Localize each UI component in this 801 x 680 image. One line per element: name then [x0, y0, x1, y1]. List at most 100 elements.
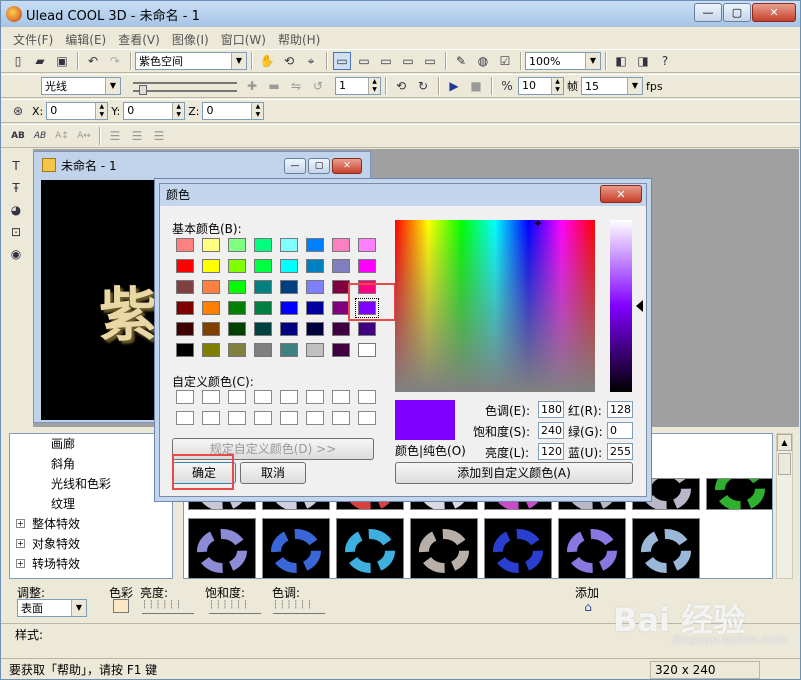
basic-color-swatch[interactable] [358, 238, 376, 252]
basic-color-swatch[interactable] [280, 259, 298, 273]
zoom-combo[interactable]: 100% ▼ [525, 52, 601, 70]
custom-color-swatch[interactable] [280, 411, 298, 425]
preset-thumbnail[interactable] [336, 518, 404, 578]
tree-item-transition-effects[interactable]: + 转场特效 [10, 554, 172, 574]
expand-icon[interactable]: + [16, 559, 25, 568]
basic-color-swatch[interactable] [306, 259, 324, 273]
select-icon[interactable]: ⌖ [302, 52, 320, 70]
custom-color-swatch[interactable] [358, 390, 376, 404]
insert-text-icon[interactable]: T [7, 157, 25, 175]
help-icon[interactable]: ? [656, 52, 674, 70]
x-spinner[interactable]: 0 ▲ ▼ [46, 102, 109, 120]
tree-item-global-effects[interactable]: + 整体特效 [10, 514, 172, 534]
add-preset-icon[interactable]: ⌂ [579, 598, 597, 616]
basic-color-swatch[interactable] [306, 322, 324, 336]
basic-color-swatch[interactable] [202, 301, 220, 315]
basic-color-swatch[interactable] [228, 238, 246, 252]
basic-color-swatch[interactable] [228, 259, 246, 273]
red-field[interactable]: 128 [607, 401, 633, 418]
custom-color-swatch[interactable] [228, 411, 246, 425]
adjust-combo[interactable]: 表面 ▼ [17, 599, 87, 617]
percent-icon[interactable]: % [498, 77, 516, 95]
preset-thumbnail[interactable] [262, 518, 330, 578]
z-spinner[interactable]: 0 ▲ ▼ [202, 102, 265, 120]
globe-icon[interactable]: ◍ [474, 52, 492, 70]
text-italic-icon[interactable]: AB [31, 127, 49, 145]
timeline-slider[interactable] [129, 77, 241, 95]
custom-color-swatch[interactable] [358, 411, 376, 425]
custom-color-swatch[interactable] [306, 390, 324, 404]
redo-icon[interactable]: ↷ [106, 52, 124, 70]
basic-color-swatch[interactable] [332, 259, 350, 273]
custom-color-swatch[interactable] [202, 411, 220, 425]
gallery-scrollbar[interactable]: ▲ [776, 433, 793, 579]
basic-color-swatch[interactable] [280, 280, 298, 294]
brightness-slider[interactable]: ┆┆┆┆┆┆ [142, 600, 194, 614]
gallery-icon[interactable]: ◨ [634, 52, 652, 70]
menu-edit[interactable]: 编辑(E) [59, 28, 112, 48]
blue-field[interactable]: 255 [607, 443, 633, 460]
y-spinner[interactable]: 0 ▲ ▼ [123, 102, 186, 120]
preset-thumbnail[interactable] [706, 478, 772, 510]
align-left-icon[interactable]: ☰ [106, 127, 124, 145]
menu-file[interactable]: 文件(F) [7, 28, 59, 48]
tree-item-object-effects[interactable]: + 对象特效 [10, 534, 172, 554]
align-right-icon[interactable]: ☰ [150, 127, 168, 145]
basic-color-swatch[interactable] [202, 343, 220, 357]
basic-color-swatch[interactable] [332, 343, 350, 357]
basic-color-swatch[interactable] [358, 259, 376, 273]
basic-color-swatch[interactable] [176, 280, 194, 294]
menu-window[interactable]: 窗口(W) [215, 28, 272, 48]
style-combo[interactable]: 紫色空间 ▼ [135, 52, 247, 70]
basic-color-swatch[interactable] [228, 343, 246, 357]
custom-color-swatch[interactable] [254, 390, 272, 404]
basic-color-swatch[interactable] [228, 301, 246, 315]
object-select-icon[interactable]: ⊡ [7, 223, 25, 241]
camera-persp-icon[interactable]: ▭ [421, 52, 439, 70]
basic-color-swatch[interactable] [202, 259, 220, 273]
basic-color-swatch[interactable] [228, 280, 246, 294]
add-keyframe-icon[interactable]: ✚ [243, 77, 261, 95]
object-lib-icon[interactable]: ◉ [7, 245, 25, 263]
camera-front-icon[interactable]: ▭ [333, 52, 351, 70]
basic-color-swatch[interactable] [306, 301, 324, 315]
basic-color-swatch[interactable] [254, 301, 272, 315]
basic-color-swatch[interactable] [176, 301, 194, 315]
text-bold-icon[interactable]: AB [9, 127, 27, 145]
menu-image[interactable]: 图像(I) [166, 28, 215, 48]
play-icon[interactable]: ▶ [445, 77, 463, 95]
doc-restore-button[interactable]: ▢ [308, 158, 330, 174]
restore-button[interactable]: ▢ [723, 3, 751, 22]
saturation-slider[interactable]: ┆┆┆┆┆┆ [209, 600, 261, 614]
expand-icon[interactable]: + [16, 519, 25, 528]
smooth-icon[interactable]: ↺ [309, 77, 327, 95]
luminance-arrow-icon[interactable] [636, 300, 643, 312]
pen-icon[interactable]: ✎ [452, 52, 470, 70]
preset-thumbnail[interactable] [632, 518, 700, 578]
basic-color-swatch[interactable] [254, 343, 272, 357]
camera-side-icon[interactable]: ▭ [377, 52, 395, 70]
luminance-field[interactable]: 120 [538, 443, 564, 460]
text-leading-icon[interactable]: A↔ [75, 127, 93, 145]
remove-keyframe-icon[interactable]: ▬ [265, 77, 283, 95]
basic-color-swatch[interactable] [306, 238, 324, 252]
hue-field[interactable]: 180 [538, 401, 564, 418]
basic-color-swatch[interactable] [254, 238, 272, 252]
custom-color-swatch[interactable] [202, 390, 220, 404]
custom-color-swatch[interactable] [280, 390, 298, 404]
basic-color-swatch[interactable] [306, 280, 324, 294]
basic-color-swatch[interactable] [254, 259, 272, 273]
tree-item-texture[interactable]: 纹理 [10, 494, 172, 514]
align-center-icon[interactable]: ☰ [128, 127, 146, 145]
edit-text-icon[interactable]: Ŧ [7, 179, 25, 197]
minimize-button[interactable]: — [694, 3, 722, 22]
loop-icon[interactable]: ⟲ [392, 77, 410, 95]
camera-back-icon[interactable]: ▭ [399, 52, 417, 70]
preset-thumbnail[interactable] [188, 518, 256, 578]
custom-color-swatch[interactable] [332, 411, 350, 425]
refresh-icon[interactable]: ↻ [414, 77, 432, 95]
basic-color-swatch[interactable] [306, 343, 324, 357]
basic-color-swatch[interactable] [254, 280, 272, 294]
color-swatch[interactable] [113, 599, 129, 613]
custom-color-swatch[interactable] [176, 411, 194, 425]
